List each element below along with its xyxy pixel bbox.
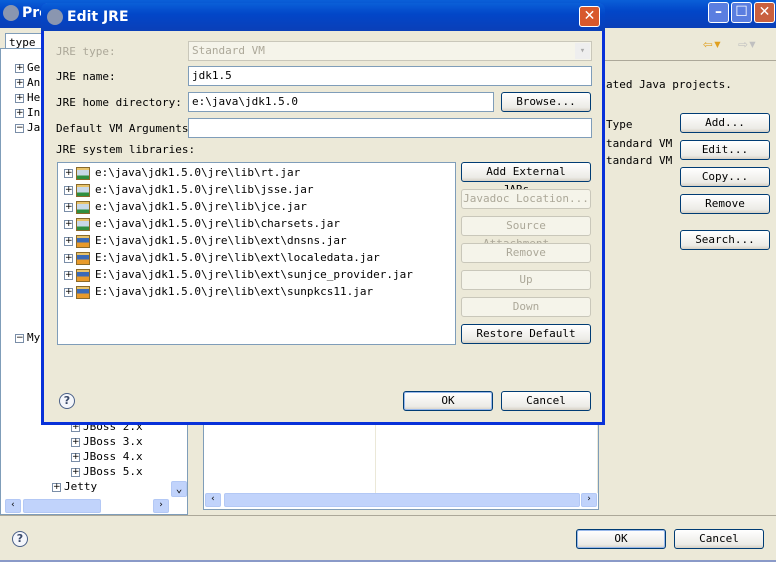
dialog-title: Edit JRE — [67, 9, 129, 25]
library-item[interactable]: + E:\java\jdk1.5.0\jre\lib\ext\sunpkcs11.… — [64, 283, 373, 300]
library-path: e:\java\jdk1.5.0\jre\lib\jce.jar — [95, 200, 307, 213]
jre-type-select[interactable]: Standard VM ▾ — [188, 41, 592, 61]
tree-item[interactable]: − Ja — [15, 121, 40, 134]
table-cell-type[interactable]: tandard VM — [606, 137, 672, 150]
tree-hscroll-right[interactable]: › — [153, 499, 169, 513]
dialog-close-button[interactable]: ✕ — [579, 6, 600, 27]
ext-jar-icon — [76, 268, 90, 282]
dialog-title-bar: Edit JRE ✕ — [41, 3, 605, 31]
source-attachment-button: Source Attachment... — [461, 216, 591, 250]
table-hscroll-left[interactable]: ‹ — [205, 493, 221, 507]
library-item[interactable]: + E:\java\jdk1.5.0\jre\lib\ext\localedata… — [64, 249, 380, 266]
main-cancel-button[interactable]: Cancel — [674, 529, 764, 549]
tree-item[interactable]: + Jetty — [52, 480, 97, 493]
tree-item[interactable]: + JBoss 5.x — [71, 465, 143, 478]
expand-icon[interactable]: + — [64, 185, 73, 195]
home-dir-input[interactable]: e:\java\jdk1.5.0 — [188, 92, 494, 112]
maximize-button[interactable]: ☐ — [731, 2, 752, 23]
jar-icon — [76, 217, 90, 231]
main-ok-button[interactable]: OK — [576, 529, 666, 549]
jre-name-label: JRE name: — [56, 70, 116, 83]
library-item[interactable]: + e:\java\jdk1.5.0\jre\lib\jsse.jar — [64, 181, 314, 198]
minimize-button[interactable]: – — [708, 2, 729, 23]
table-hscroll-right[interactable]: › — [581, 493, 597, 507]
tree-item[interactable]: + JBoss 4.x — [71, 450, 143, 463]
library-list: + e:\java\jdk1.5.0\jre\lib\rt.jar + e:\java… — [57, 162, 456, 345]
library-path: e:\java\jdk1.5.0\jre\lib\jsse.jar — [95, 183, 314, 196]
tree-item[interactable]: + An — [15, 76, 40, 89]
app-icon — [3, 5, 19, 21]
library-item[interactable]: + e:\java\jdk1.5.0\jre\lib\charsets.jar — [64, 215, 340, 232]
libs-label: JRE system libraries: — [56, 143, 196, 156]
forward-arrow-icon[interactable]: ⇨▾ — [738, 34, 757, 53]
dialog-app-icon — [47, 9, 63, 25]
chevron-down-icon: ▾ — [575, 43, 590, 59]
library-path: E:\java\jdk1.5.0\jre\lib\ext\localedata.… — [95, 251, 380, 264]
expand-icon[interactable]: + — [64, 219, 73, 229]
expand-icon[interactable]: + — [64, 236, 73, 246]
expand-icon[interactable]: + — [64, 270, 73, 280]
vm-args-input[interactable] — [188, 118, 592, 138]
tree-item[interactable]: + Ge — [15, 61, 40, 74]
tree-hscroll[interactable] — [23, 499, 101, 513]
expand-icon[interactable]: + — [64, 168, 73, 178]
library-item[interactable]: + E:\java\jdk1.5.0\jre\lib\ext\dnsns.jar — [64, 232, 347, 249]
up-button: Up — [461, 270, 591, 290]
close-button[interactable]: ✕ — [754, 2, 775, 23]
home-dir-label: JRE home directory: — [56, 96, 182, 109]
jar-icon — [76, 166, 90, 180]
library-item[interactable]: + e:\java\jdk1.5.0\jre\lib\jce.jar — [64, 198, 307, 215]
separator — [0, 515, 776, 516]
restore-default-button[interactable]: Restore Default — [461, 324, 591, 344]
dialog-cancel-button[interactable]: Cancel — [501, 391, 591, 411]
help-icon[interactable]: ? — [12, 531, 28, 547]
copy-jre-button[interactable]: Copy... — [680, 167, 770, 187]
ext-jar-icon — [76, 234, 90, 248]
dialog-ok-button[interactable]: OK — [403, 391, 493, 411]
library-path: E:\java\jdk1.5.0\jre\lib\ext\sunpkcs11.j… — [95, 285, 374, 298]
library-item[interactable]: + E:\java\jdk1.5.0\jre\lib\ext\sunjce_pro… — [64, 266, 413, 283]
dialog-help-icon[interactable]: ? — [59, 393, 75, 409]
jre-type-label: JRE type: — [56, 45, 116, 58]
down-button: Down — [461, 297, 591, 317]
tree-hscroll-left[interactable]: ‹ — [5, 499, 21, 513]
javadoc-location-button: Javadoc Location... — [461, 189, 591, 209]
search-jre-button[interactable]: Search... — [680, 230, 770, 250]
description-text: ated Java projects. — [606, 78, 732, 91]
back-arrow-icon[interactable]: ⇦▾ — [703, 34, 722, 53]
library-path: E:\java\jdk1.5.0\jre\lib\ext\dnsns.jar — [95, 234, 347, 247]
tree-item[interactable]: + In — [15, 106, 40, 119]
jar-icon — [76, 183, 90, 197]
remove-jre-button[interactable]: Remove — [680, 194, 770, 214]
tree-vscroll-down[interactable]: ⌄ — [171, 481, 187, 497]
expand-icon[interactable]: + — [64, 253, 73, 263]
tree-item[interactable]: + He — [15, 91, 40, 104]
table-hscroll[interactable] — [224, 493, 580, 507]
tree-item[interactable]: + JBoss 3.x — [71, 435, 143, 448]
tree-item[interactable]: − My — [15, 331, 40, 344]
add-external-jars-button[interactable]: Add External JARs... — [461, 162, 591, 196]
expand-icon[interactable]: + — [64, 202, 73, 212]
library-path: E:\java\jdk1.5.0\jre\lib\ext\sunjce_prov… — [95, 268, 413, 281]
jar-icon — [76, 200, 90, 214]
library-item[interactable]: + e:\java\jdk1.5.0\jre\lib\rt.jar — [64, 164, 300, 181]
column-header-type[interactable]: Type — [606, 118, 633, 131]
edit-jre-button[interactable]: Edit... — [680, 140, 770, 160]
ext-jar-icon — [76, 251, 90, 265]
remove-button: Remove — [461, 243, 591, 263]
add-jre-button[interactable]: Add... — [680, 113, 770, 133]
library-path: e:\java\jdk1.5.0\jre\lib\charsets.jar — [95, 217, 341, 230]
expand-icon[interactable]: + — [64, 287, 73, 297]
browse-button[interactable]: Browse... — [501, 92, 591, 112]
library-path: e:\java\jdk1.5.0\jre\lib\rt.jar — [95, 166, 301, 179]
table-cell-type[interactable]: tandard VM — [606, 154, 672, 167]
ext-jar-icon — [76, 285, 90, 299]
jre-name-input[interactable]: jdk1.5 — [188, 66, 592, 86]
vm-args-label: Default VM Arguments: — [56, 122, 196, 135]
